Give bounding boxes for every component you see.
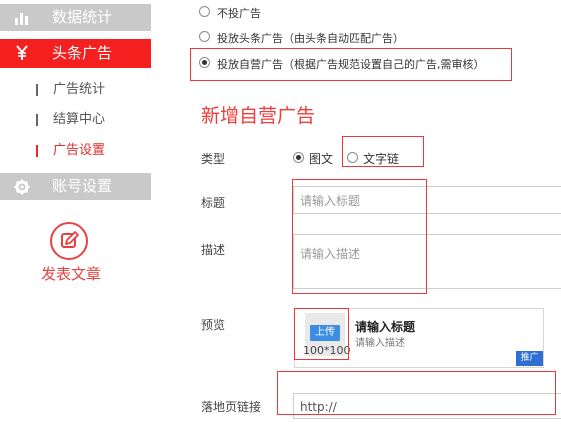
menu-label: 账号设置 [52, 177, 113, 195]
preview-title: 请输入标题 [355, 320, 416, 334]
promo-tag: 推广 [516, 351, 543, 366]
type-label: 类型 [201, 152, 226, 166]
menu-label: 头条广告 [52, 44, 113, 62]
write-article-label: 发表文章 [40, 265, 101, 283]
item-marker [36, 84, 38, 96]
radio-label-no-ads: 不投广告 [217, 7, 261, 20]
sidebar-item-label: 广告设置 [53, 143, 106, 158]
sidebar-item-ad-settings[interactable]: 广告设置 [0, 141, 151, 161]
sidebar-item-label: 结算中心 [53, 112, 106, 127]
radio-type-image-text[interactable] [293, 152, 304, 163]
menu-account-settings[interactable]: 账号设置 [0, 173, 151, 200]
write-article-button[interactable]: 发表文章 [36, 220, 106, 290]
radio-label-text-link: 文字链 [363, 152, 400, 166]
item-marker [36, 145, 38, 157]
title-label: 标题 [201, 196, 226, 210]
radio-type-text-link[interactable] [347, 152, 358, 163]
menu-data-stats[interactable]: 数据统计 [0, 4, 151, 31]
radio-label-headline-ads: 投放头条广告（由头条自动匹配广告） [217, 32, 404, 45]
sidebar-item-settlement[interactable]: 结算中心 [0, 110, 151, 130]
description-label: 描述 [201, 243, 226, 257]
menu-label: 数据统计 [52, 8, 113, 26]
radio-headline-ads[interactable] [199, 31, 210, 42]
radio-no-ads[interactable] [199, 6, 210, 17]
radio-label-image-text: 图文 [309, 152, 334, 166]
highlight-box [277, 371, 556, 415]
sidebar-item-ad-stats[interactable]: 广告统计 [0, 80, 151, 100]
highlight-box [292, 179, 427, 294]
yen-icon [16, 45, 28, 60]
bar-chart-icon [15, 13, 28, 25]
radio-label-own-ads: 投放自营广告（根据广告规范设置自己的广告,需审核） [217, 58, 485, 71]
sidebar: 数据统计 头条广告 广告统计 结算中心 广告设置 账号设置 发表文章 [0, 0, 151, 424]
gear-icon [14, 179, 30, 195]
menu-headline-ads[interactable]: 头条广告 [0, 39, 151, 68]
radio-own-ads[interactable] [199, 57, 210, 68]
landing-link-label: 落地页链接 [201, 400, 262, 414]
sidebar-item-label: 广告统计 [53, 82, 106, 97]
highlight-box [294, 308, 349, 360]
section-title: 新增自营广告 [201, 105, 316, 127]
edit-icon [50, 222, 88, 260]
item-marker [36, 114, 38, 126]
preview-label: 预览 [201, 318, 226, 332]
preview-description: 请输入描述 [355, 338, 405, 349]
